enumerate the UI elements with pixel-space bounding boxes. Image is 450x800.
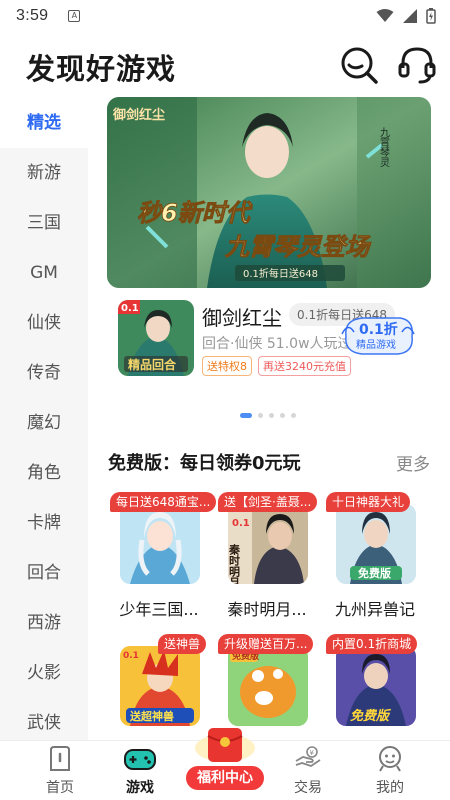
sidebar-item-wuxia[interactable]: 武侠 bbox=[0, 698, 88, 740]
game-tile-ribbon: 送【剑圣·盖聂... bbox=[218, 492, 318, 512]
sidebar-item-naruto[interactable]: 火影 bbox=[0, 648, 88, 698]
category-sidebar: 精选 新游 三国 GM 仙侠 传奇 魔幻 角色 卡牌 回合 西游 火影 武侠 bbox=[0, 98, 88, 740]
svg-text:御剑红尘: 御剑红尘 bbox=[112, 107, 165, 123]
tab-label: 交易 bbox=[294, 780, 322, 796]
tab-label: 首页 bbox=[46, 780, 74, 796]
tab-games[interactable]: 游戏 bbox=[105, 741, 175, 800]
carousel-dot[interactable] bbox=[240, 413, 252, 418]
banner-headline-2: 九霄琴灵登场 bbox=[224, 233, 372, 261]
home-icon bbox=[50, 746, 70, 771]
tab-welfare-center[interactable]: 福利中心 bbox=[184, 722, 266, 794]
svg-text:0.1: 0.1 bbox=[232, 518, 250, 529]
battery-icon bbox=[426, 8, 436, 24]
game-tile-image[interactable]: 免费版 bbox=[336, 504, 416, 584]
profile-icon bbox=[379, 746, 401, 772]
game-tile-ribbon: 升级赠送百万... bbox=[218, 634, 314, 654]
carousel-dot[interactable] bbox=[280, 413, 285, 418]
sidebar-item-journey-west[interactable]: 西游 bbox=[0, 598, 88, 648]
banner-logo: 御剑红尘 bbox=[112, 107, 165, 123]
status-time: 3:59 bbox=[16, 7, 49, 24]
svg-text:免费版: 免费版 bbox=[350, 708, 392, 724]
svg-text:0.1: 0.1 bbox=[123, 651, 139, 661]
sidebar-item-card[interactable]: 卡牌 bbox=[0, 498, 88, 548]
svg-text:¥: ¥ bbox=[310, 749, 315, 757]
game-tile[interactable]: 每日送648通宝... 少年三国... bbox=[110, 492, 217, 622]
status-bar: 3:59 A bbox=[0, 0, 450, 32]
svg-text:秦时明月: 秦时明月 bbox=[228, 543, 241, 584]
featured-game-card[interactable]: 0.1 精品回合 御剑红尘 0.1折每日送648 回合·仙侠 51.0w人玩过 … bbox=[118, 300, 438, 380]
section-title: 免费版：每日领券0元玩 bbox=[108, 453, 301, 474]
svg-text:精品游戏: 精品游戏 bbox=[356, 338, 396, 351]
game-tile-image[interactable] bbox=[120, 504, 200, 584]
sidebar-item-gm[interactable]: GM bbox=[0, 248, 88, 298]
tab-label: 福利中心 bbox=[186, 766, 264, 790]
sidebar-item-three-kingdoms[interactable]: 三国 bbox=[0, 198, 88, 248]
tab-home[interactable]: 首页 bbox=[25, 741, 95, 800]
svg-text:免费版: 免费版 bbox=[358, 566, 391, 580]
featured-game-thumbnail[interactable]: 0.1 精品回合 bbox=[118, 300, 194, 376]
banner-headline-1: 秒6新时代 bbox=[137, 199, 253, 227]
sidebar-item-xianxia[interactable]: 仙侠 bbox=[0, 298, 88, 348]
tab-label: 游戏 bbox=[126, 780, 154, 796]
page-title: 发现好游戏 bbox=[26, 52, 177, 86]
carousel-dot[interactable] bbox=[258, 413, 263, 418]
sidebar-item-legend[interactable]: 传奇 bbox=[0, 348, 88, 398]
featured-game-name: 御剑红尘 bbox=[202, 306, 282, 330]
sidebar-item-featured[interactable]: 精选 bbox=[0, 98, 88, 148]
tab-profile[interactable]: 我的 bbox=[355, 741, 425, 800]
game-tile-name: 秦时明月... bbox=[227, 600, 307, 619]
more-link[interactable]: 更多 bbox=[396, 450, 430, 475]
svg-text:0.1折: 0.1折 bbox=[359, 321, 398, 338]
tab-label: 我的 bbox=[376, 780, 404, 796]
signal-icon bbox=[403, 9, 417, 23]
game-tile[interactable]: 免费版 十日神器大礼 九州异兽记 bbox=[326, 492, 424, 622]
game-tile-ribbon: 内置0.1折商城 bbox=[326, 634, 418, 654]
game-tile-ribbon: 送神兽 bbox=[158, 634, 207, 654]
svg-text:精品回合: 精品回合 bbox=[128, 357, 177, 372]
carousel-dot[interactable] bbox=[269, 413, 274, 418]
red-envelope-icon bbox=[195, 728, 255, 762]
game-tile-ribbon: 十日神器大礼 bbox=[326, 492, 411, 512]
game-tile-name: 少年三国... bbox=[119, 600, 199, 619]
tag-privilege: 送特权8 bbox=[202, 356, 252, 376]
header: 发现好游戏 bbox=[0, 38, 450, 94]
notification-icon: A bbox=[68, 10, 81, 22]
game-tile[interactable]: 免费版 内置0.1折商城 bbox=[326, 634, 424, 740]
tab-trade[interactable]: ¥ 交易 bbox=[273, 741, 343, 800]
featured-game-meta: 回合·仙侠 51.0w人玩过 bbox=[202, 336, 352, 352]
game-tile-image[interactable]: 0.1 秦时明月 bbox=[228, 504, 308, 584]
game-tile-ribbon: 每日送648通宝... bbox=[110, 492, 217, 512]
gamepad-icon bbox=[124, 749, 156, 770]
trade-icon: ¥ bbox=[295, 746, 321, 767]
tag-recharge: 再送3240元充值 bbox=[258, 356, 351, 376]
game-tile-image[interactable]: 免费版 bbox=[228, 646, 308, 726]
sidebar-item-fantasy[interactable]: 魔幻 bbox=[0, 398, 88, 448]
discount-badge: 0.1折 精品游戏 bbox=[341, 317, 415, 355]
carousel-dot[interactable] bbox=[291, 413, 296, 418]
game-tile[interactable]: 0.1 秦时明月 送【剑圣·盖聂... 秦时明月... bbox=[218, 492, 318, 622]
sidebar-item-new[interactable]: 新游 bbox=[0, 148, 88, 198]
svg-text:0.1: 0.1 bbox=[121, 303, 139, 314]
sidebar-item-turn-based[interactable]: 回合 bbox=[0, 548, 88, 598]
game-tile-image[interactable]: 免费版 bbox=[336, 646, 416, 726]
banner-strap: 0.1折每日送648 bbox=[243, 267, 318, 280]
carousel-indicator bbox=[240, 413, 296, 418]
headset-icon[interactable] bbox=[396, 44, 438, 86]
search-icon[interactable] bbox=[338, 44, 380, 86]
sidebar-item-rpg[interactable]: 角色 bbox=[0, 448, 88, 498]
promo-banner[interactable]: 御剑红尘 九霄琴灵 秒6新时代 九霄琴灵登场 0.1折每日送648 bbox=[107, 97, 431, 288]
wifi-icon bbox=[376, 9, 394, 22]
banner-vertical-text: 九霄琴灵 bbox=[378, 127, 390, 168]
game-tile-name: 九州异兽记 bbox=[334, 600, 415, 619]
game-tile-image[interactable]: 0.1 送超神兽 bbox=[120, 646, 200, 726]
svg-text:送超神兽: 送超神兽 bbox=[129, 709, 174, 723]
